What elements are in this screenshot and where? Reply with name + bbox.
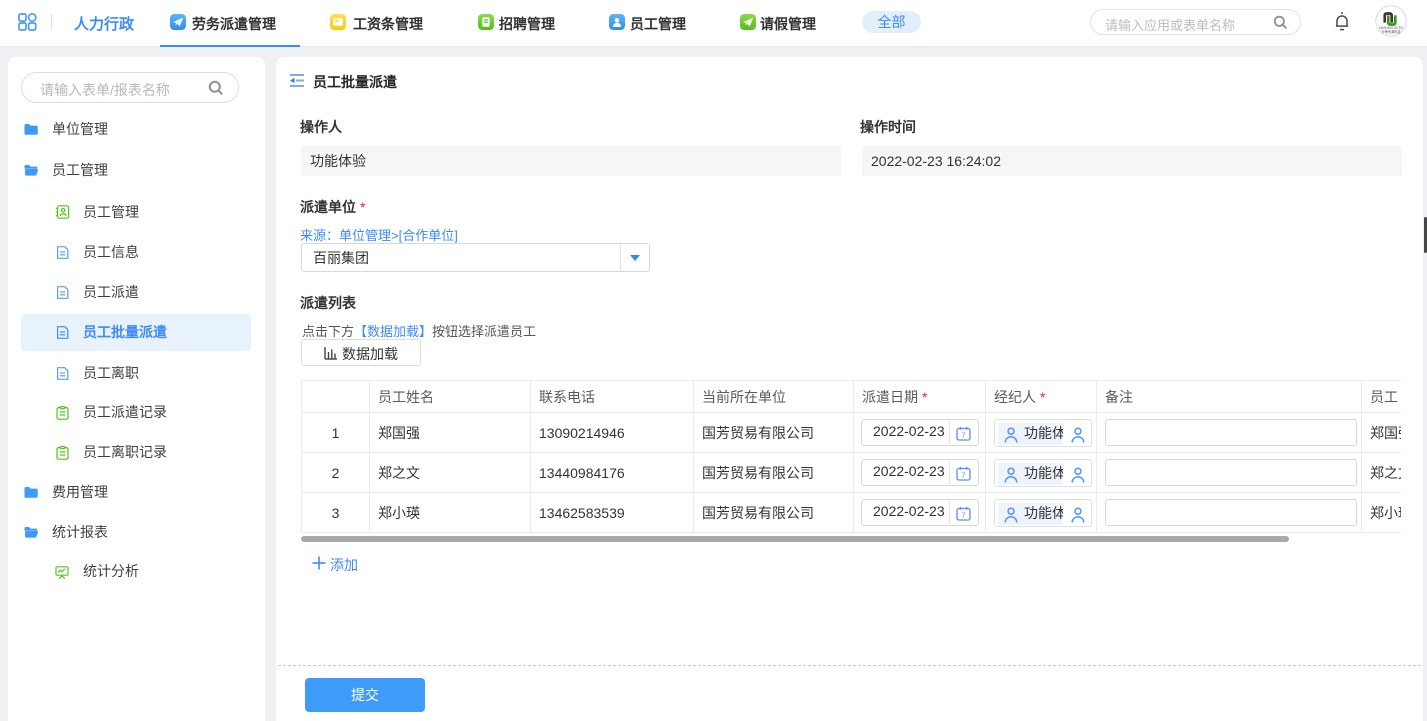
svg-text:7: 7	[961, 511, 965, 520]
svg-text:7: 7	[961, 431, 965, 440]
svg-text:分等资源科技: 分等资源科技	[1381, 29, 1401, 34]
svg-text:7: 7	[961, 471, 965, 480]
